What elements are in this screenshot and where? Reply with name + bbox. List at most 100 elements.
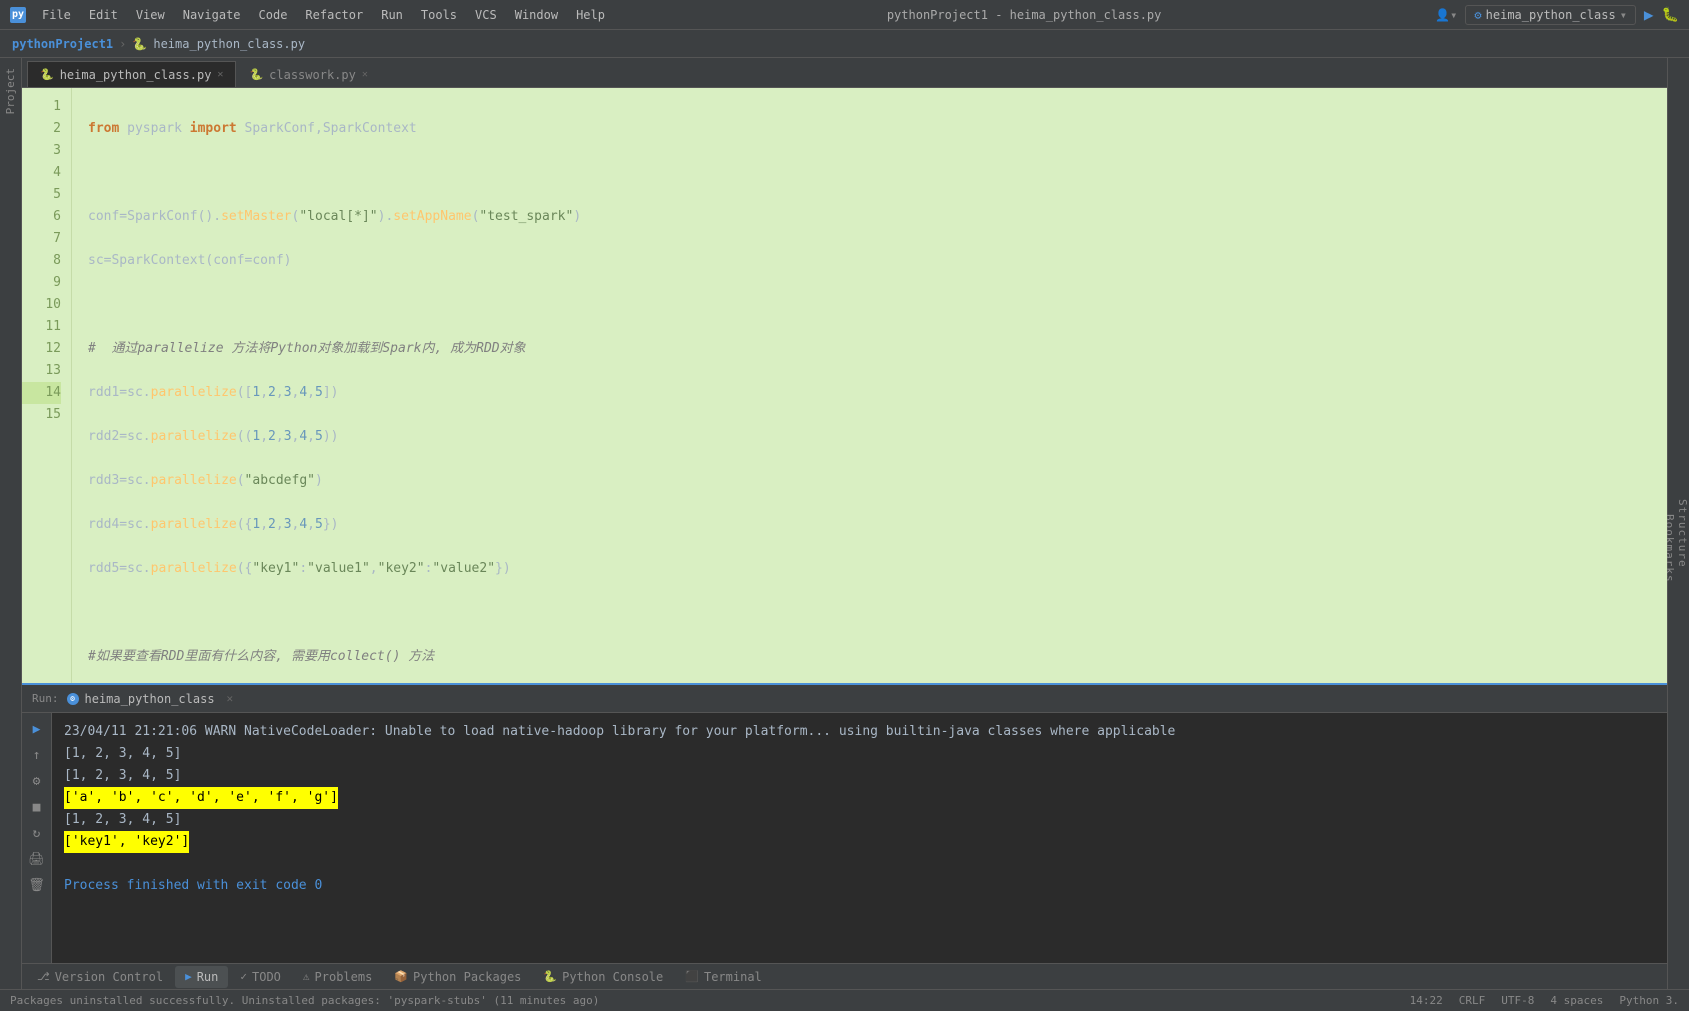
tab-version-control[interactable]: ⎇ Version Control [27, 966, 173, 988]
content-area: Project 🐍 heima_python_class.py ✕ [0, 58, 1689, 989]
tab-run[interactable]: ▶ Run [175, 966, 228, 988]
tab-problems[interactable]: ⚠ Problems [293, 966, 382, 988]
structure-label[interactable]: Structure [1676, 499, 1689, 568]
menu-navigate[interactable]: Navigate [175, 6, 249, 24]
tab-close-heima[interactable]: ✕ [217, 69, 223, 80]
run-clear-btn[interactable]: 🗑 [26, 874, 48, 896]
tab-classwork[interactable]: 🐍 classwork.py ✕ [236, 61, 380, 87]
run-scroll-up-btn[interactable]: ↑ [26, 744, 48, 766]
menu-run[interactable]: Run [373, 6, 411, 24]
output-line-7 [64, 853, 1655, 875]
run-tab-close[interactable]: ✕ [227, 692, 234, 705]
tab-label-python-packages: Python Packages [413, 970, 521, 984]
code-line-2 [88, 162, 1667, 184]
charset-indicator[interactable]: UTF-8 [1501, 994, 1534, 1007]
line-num-14: 14 [22, 382, 61, 404]
line-num-13: 13 [22, 360, 61, 382]
menu-vcs[interactable]: VCS [467, 6, 505, 24]
menu-edit[interactable]: Edit [81, 6, 126, 24]
menu-tools[interactable]: Tools [413, 6, 465, 24]
menu-view[interactable]: View [128, 6, 173, 24]
code-line-12 [88, 602, 1667, 624]
tab-terminal[interactable]: ⬛ Terminal [675, 966, 772, 988]
code-line-4: sc=SparkContext(conf=conf) [88, 250, 1667, 272]
version-control-icon: ⎇ [37, 970, 50, 983]
bottom-tab-bar: ⎇ Version Control ▶ Run ✓ TODO ⚠ Problem… [22, 963, 1667, 989]
run-settings-btn[interactable]: ⚙ [26, 770, 48, 792]
tab-close-classwork[interactable]: ✕ [362, 69, 368, 80]
output-highlight-2: ['key1', 'key2'] [64, 831, 189, 853]
output-line-3: [1, 2, 3, 4, 5] [64, 765, 1655, 787]
menu-bar: File Edit View Navigate Code Refactor Ru… [34, 6, 613, 24]
code-line-3: conf=SparkConf().setMaster("local[*]").s… [88, 206, 1667, 228]
tab-label-todo: TODO [252, 970, 281, 984]
run-tab[interactable]: ⚙ heima_python_class ✕ [67, 692, 234, 706]
output-line-1: 23/04/11 21:21:06 WARN NativeCodeLoader:… [64, 721, 1655, 743]
tab-python-packages[interactable]: 📦 Python Packages [384, 966, 531, 988]
run-output: 23/04/11 21:21:06 WARN NativeCodeLoader:… [52, 713, 1667, 963]
tab-heima-python-class[interactable]: 🐍 heima_python_class.py ✕ [27, 61, 236, 87]
run-config-dropdown[interactable]: ⚙ heima_python_class ▾ [1465, 5, 1636, 25]
current-filename: heima_python_class.py [153, 37, 305, 51]
center-column: 🐍 heima_python_class.py ✕ 🐍 classwork.py… [22, 58, 1667, 989]
code-line-11: rdd5=sc.parallelize({"key1":"value1","ke… [88, 558, 1667, 580]
code-content[interactable]: from pyspark import SparkConf,SparkConte… [72, 88, 1667, 683]
menu-window[interactable]: Window [507, 6, 566, 24]
project-sidebar-label[interactable]: Project [4, 68, 17, 114]
file-type-icon: 🐍 [132, 37, 147, 51]
project-name: pythonProject1 [12, 37, 113, 51]
titlebar-right: 👤▾ ⚙ heima_python_class ▾ ▶ 🐛 [1435, 5, 1679, 25]
code-line-10: rdd4=sc.parallelize({1,2,3,4,5}) [88, 514, 1667, 536]
status-message-text: Packages uninstalled successfully. Unins… [10, 994, 599, 1007]
line-num-9: 9 [22, 272, 61, 294]
terminal-icon: ⬛ [685, 970, 699, 983]
tab-label-terminal: Terminal [704, 970, 762, 984]
tab-python-console[interactable]: 🐍 Python Console [533, 966, 673, 988]
statusbar-right: 14:22 CRLF UTF-8 4 spaces Python 3. [1410, 994, 1679, 1007]
line-num-10: 10 [22, 294, 61, 316]
code-editor[interactable]: 1 2 3 4 5 6 7 8 9 10 11 12 13 [22, 88, 1667, 683]
output-line-8: Process finished with exit code 0 [64, 875, 1655, 897]
run-restart-btn[interactable]: ▶ [26, 718, 48, 740]
debug-button[interactable]: 🐛 [1662, 7, 1679, 23]
line-ending-indicator[interactable]: CRLF [1459, 994, 1486, 1007]
run-stop-btn[interactable]: ■ [26, 796, 48, 818]
line-num-2: 2 [22, 118, 61, 140]
menu-code[interactable]: Code [251, 6, 296, 24]
projectbar: pythonProject1 › 🐍 heima_python_class.py [0, 30, 1689, 58]
indent-indicator[interactable]: 4 spaces [1550, 994, 1603, 1007]
line-num-4: 4 [22, 162, 61, 184]
run-button[interactable]: ▶ [1644, 5, 1654, 24]
profile-icon[interactable]: 👤▾ [1435, 8, 1457, 22]
run-print-btn[interactable]: 🖨 [26, 848, 48, 870]
structure-sidebar: Structure Bookmarks [1667, 58, 1689, 989]
line-num-8: 8 [22, 250, 61, 272]
tab-icon-classwork: 🐍 [249, 68, 263, 81]
titlebar: py File Edit View Navigate Code Refactor… [0, 0, 1689, 30]
code-line-6: # 通过parallelize 方法将Python对象加载到Spark内, 成为… [88, 338, 1667, 360]
output-warning-text: 23/04/11 21:21:06 WARN NativeCodeLoader:… [64, 724, 1175, 739]
line-num-1: 1 [22, 96, 61, 118]
line-col-indicator[interactable]: 14:22 [1410, 994, 1443, 1007]
line-numbers: 1 2 3 4 5 6 7 8 9 10 11 12 13 [22, 88, 72, 683]
tab-todo[interactable]: ✓ TODO [230, 966, 291, 988]
tab-label-python-console: Python Console [562, 970, 663, 984]
line-num-3: 3 [22, 140, 61, 162]
output-line-4: ['a', 'b', 'c', 'd', 'e', 'f', 'g'] [64, 787, 1655, 809]
output-normal-3: [1, 2, 3, 4, 5] [64, 812, 181, 827]
menu-help[interactable]: Help [568, 6, 613, 24]
output-normal-2: [1, 2, 3, 4, 5] [64, 768, 181, 783]
python-packages-icon: 📦 [394, 970, 408, 983]
output-highlight-1: ['a', 'b', 'c', 'd', 'e', 'f', 'g'] [64, 787, 338, 809]
tab-label-problems: Problems [315, 970, 373, 984]
menu-file[interactable]: File [34, 6, 79, 24]
line-num-7: 7 [22, 228, 61, 250]
tab-label-run: Run [197, 970, 219, 984]
output-normal-1: [1, 2, 3, 4, 5] [64, 746, 181, 761]
menu-refactor[interactable]: Refactor [297, 6, 371, 24]
run-rerun-btn[interactable]: ↻ [26, 822, 48, 844]
line-num-11: 11 [22, 316, 61, 338]
language-indicator[interactable]: Python 3. [1619, 994, 1679, 1007]
run-icon: ▶ [185, 970, 192, 983]
run-panel: Run: ⚙ heima_python_class ✕ ▶ ↑ ⚙ [22, 683, 1667, 963]
